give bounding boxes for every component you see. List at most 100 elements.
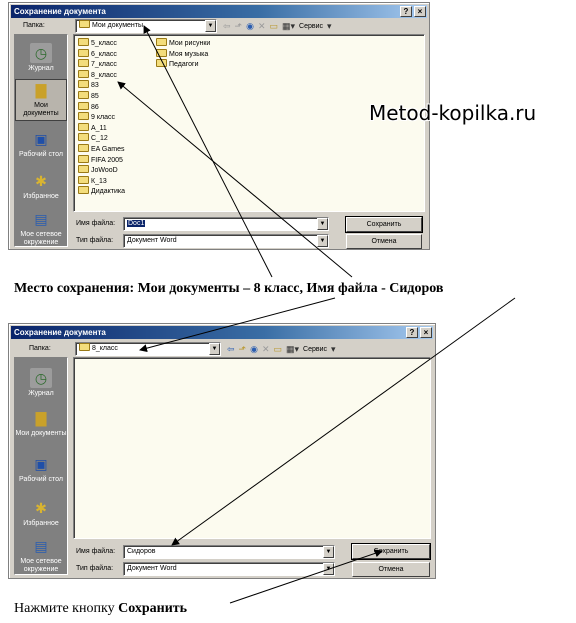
web-search-icon[interactable]: ◉: [246, 20, 254, 32]
folder-name: 9 класс: [91, 114, 115, 122]
chevron-down-icon[interactable]: ▼: [205, 20, 216, 32]
folder-icon: [78, 122, 89, 131]
place-my-documents[interactable]: ▇ Мои документы: [15, 79, 67, 121]
folder-item[interactable]: Педагоги: [156, 59, 199, 69]
place-favorites[interactable]: ✱ Избранное: [15, 498, 67, 528]
folder-icon: [78, 48, 89, 57]
filetype-label: Тип файла:: [76, 237, 114, 244]
places-bar: ◷ Журнал ▇ Мои документы ▣ Рабочий стол …: [14, 34, 68, 247]
folder-item[interactable]: 86: [78, 101, 99, 112]
look-in-dropdown[interactable]: 8_класс ▼: [75, 342, 221, 356]
folder-item[interactable]: FIFA 2005: [78, 154, 123, 165]
back-icon[interactable]: ⇦: [227, 343, 235, 355]
file-list: [73, 357, 431, 539]
delete-icon[interactable]: ✕: [258, 20, 266, 32]
folder-name: 5_класс: [91, 40, 117, 47]
folder-icon: [78, 133, 89, 142]
folder-icon: [78, 38, 89, 46]
chevron-down-icon[interactable]: ▾: [331, 343, 336, 355]
folder-icon: [78, 80, 89, 89]
tools-menu[interactable]: Сервис: [303, 346, 327, 353]
folder-item[interactable]: Дидактика: [78, 186, 125, 196]
folder-item[interactable]: 9 класс: [78, 112, 115, 122]
chevron-down-icon[interactable]: ▼: [323, 546, 334, 558]
folder-item[interactable]: 7_класс: [78, 59, 117, 69]
filename-field[interactable]: Doc1 ▼: [123, 217, 329, 231]
place-desktop[interactable]: ▣ Рабочий стол: [15, 129, 67, 159]
history-icon: ◷: [30, 43, 52, 63]
place-network[interactable]: ▤ Мое сетевое окружение: [15, 209, 67, 247]
folder-item[interactable]: 5_класс: [78, 38, 117, 48]
folder-item[interactable]: 6_класс: [78, 48, 117, 59]
folder-item[interactable]: К_13: [78, 175, 107, 186]
folder-name: FIFA 2005: [91, 156, 123, 164]
filetype-value: Документ Word: [127, 237, 177, 244]
folder-name: С_12: [91, 135, 108, 143]
place-desktop[interactable]: ▣ Рабочий стол: [15, 454, 67, 484]
folder-item[interactable]: JoWooD: [78, 165, 118, 175]
help-button[interactable]: ?: [406, 327, 418, 338]
place-my-documents[interactable]: ▇ Мои документы: [15, 408, 67, 438]
cancel-button[interactable]: Отмена: [352, 562, 430, 577]
folder-item[interactable]: Моя музыка: [156, 48, 208, 59]
save-dialog-1: Сохранение документа ? × Папка: Мои доку…: [8, 2, 430, 250]
filetype-dropdown[interactable]: Документ Word ▼: [123, 562, 335, 576]
place-favorites[interactable]: ✱ Избранное: [15, 171, 67, 201]
look-in-value: 8_класс: [92, 345, 118, 352]
web-search-icon[interactable]: ◉: [250, 343, 258, 355]
folder-item[interactable]: 85: [78, 91, 99, 101]
dialog-title: Сохранение документа: [14, 328, 106, 337]
cancel-button[interactable]: Отмена: [346, 234, 422, 249]
delete-icon[interactable]: ✕: [262, 343, 270, 355]
favorites-icon: ✱: [35, 173, 47, 189]
close-button[interactable]: ×: [420, 327, 432, 338]
folder-item[interactable]: Мои рисунки: [156, 38, 210, 48]
folder-icon: [78, 144, 89, 152]
folder-item[interactable]: 8_класс: [78, 69, 117, 80]
back-icon[interactable]: ⇦: [223, 20, 231, 32]
save-button[interactable]: Сохранить: [351, 543, 431, 560]
folder-item[interactable]: С_12: [78, 133, 108, 143]
folder-icon: [78, 175, 89, 184]
new-folder-icon[interactable]: ▭: [273, 343, 282, 355]
look-in-label: Папка:: [23, 22, 45, 29]
up-folder-icon[interactable]: ⬏: [235, 20, 243, 32]
folder-icon: [78, 59, 89, 68]
filetype-value: Документ Word: [127, 565, 177, 572]
chevron-down-icon[interactable]: ▼: [317, 218, 328, 230]
filename-field[interactable]: Сидоров ▼: [123, 545, 335, 559]
folder-icon: [156, 38, 167, 46]
tools-menu[interactable]: Сервис: [299, 23, 323, 30]
up-folder-icon[interactable]: ⬏: [239, 343, 247, 355]
favorites-icon: ✱: [35, 500, 47, 516]
look-in-dropdown[interactable]: Мои документы ▼: [75, 19, 217, 33]
folder-icon: [78, 186, 89, 195]
filename-value: Doc1: [127, 220, 146, 227]
close-button[interactable]: ×: [414, 6, 426, 17]
save-button[interactable]: Сохранить: [345, 216, 423, 233]
filetype-label: Тип файла:: [76, 565, 114, 572]
title-bar: Сохранение документа ? ×: [11, 5, 427, 18]
filetype-dropdown[interactable]: Документ Word ▼: [123, 234, 329, 248]
chevron-down-icon[interactable]: ▼: [317, 235, 328, 247]
filename-label: Имя файла:: [76, 220, 116, 227]
folder-item[interactable]: EA Games: [78, 144, 124, 154]
place-history[interactable]: ◷ Журнал: [15, 368, 67, 398]
folder-icon: ▇: [35, 410, 47, 426]
place-history[interactable]: ◷ Журнал: [15, 43, 67, 73]
caption-bottom-text: Нажмите кнопку: [14, 601, 119, 616]
network-icon: ▤: [34, 211, 48, 227]
chevron-down-icon[interactable]: ▼: [209, 343, 220, 355]
help-button[interactable]: ?: [400, 6, 412, 17]
views-icon[interactable]: ▦▾: [282, 20, 295, 32]
folder-item[interactable]: А_11: [78, 122, 107, 133]
caption-bottom-bold: Сохранить: [118, 601, 188, 616]
place-network[interactable]: ▤ Мое сетевое окружение: [15, 536, 67, 574]
folder-item[interactable]: 83: [78, 80, 99, 90]
chevron-down-icon[interactable]: ▾: [327, 20, 332, 32]
new-folder-icon[interactable]: ▭: [269, 20, 278, 32]
views-icon[interactable]: ▦▾: [286, 343, 299, 355]
desktop-icon: ▣: [34, 131, 48, 147]
filename-value: Сидоров: [127, 548, 156, 555]
chevron-down-icon[interactable]: ▼: [323, 563, 334, 575]
